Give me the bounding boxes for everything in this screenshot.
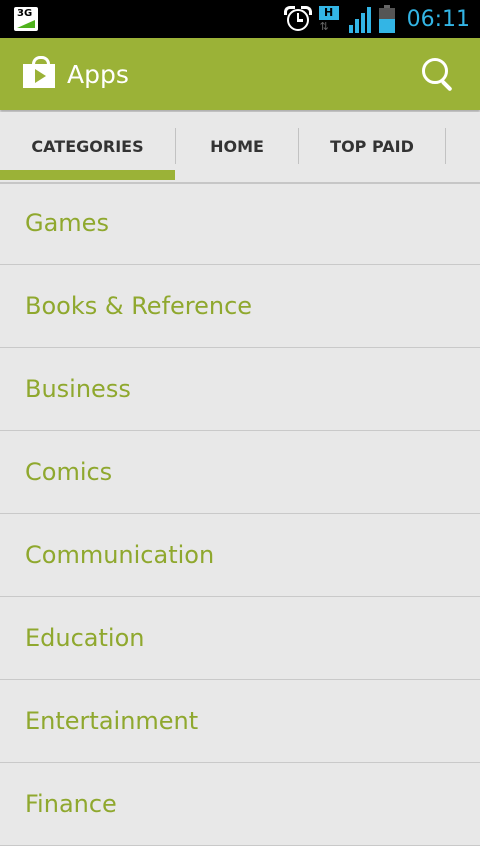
list-item[interactable]: Education: [0, 597, 480, 680]
category-label: Finance: [25, 790, 117, 818]
tab-top-paid[interactable]: TOP PAID: [299, 112, 445, 180]
status-clock: 06:11: [406, 6, 470, 32]
list-item[interactable]: Business: [0, 348, 480, 431]
list-item[interactable]: Communication: [0, 514, 480, 597]
network-type-label: 3G: [17, 8, 33, 19]
list-item[interactable]: Finance: [0, 763, 480, 846]
signal-strength-icon: [348, 5, 371, 33]
category-label: Communication: [25, 541, 215, 569]
category-label: Entertainment: [25, 707, 199, 735]
tab-divider: [445, 128, 446, 164]
hspa-data-icon: H ⇅: [318, 4, 341, 34]
alarm-clock-icon: [283, 6, 312, 32]
search-icon[interactable]: [420, 56, 456, 92]
battery-icon: [378, 5, 395, 33]
tab-home[interactable]: HOME: [176, 112, 298, 180]
category-label: Business: [25, 375, 131, 403]
page-title: Apps: [67, 60, 129, 89]
category-label: Games: [25, 209, 109, 237]
data-indicator-label: H: [318, 6, 339, 20]
category-list: Games Books & Reference Business Comics …: [0, 182, 480, 846]
list-item[interactable]: Games: [0, 182, 480, 265]
3g-data-icon: 3G: [14, 7, 38, 31]
list-item[interactable]: Entertainment: [0, 680, 480, 763]
category-label: Education: [25, 624, 145, 652]
play-store-bag-icon[interactable]: [23, 56, 55, 88]
action-bar: Apps: [0, 38, 480, 110]
selected-tab-indicator: [0, 170, 175, 180]
status-bar: 3G H ⇅ 06:11: [0, 0, 480, 38]
list-item[interactable]: Books & Reference: [0, 265, 480, 348]
list-item[interactable]: Comics: [0, 431, 480, 514]
category-label: Comics: [25, 458, 113, 486]
category-label: Books & Reference: [25, 292, 253, 320]
